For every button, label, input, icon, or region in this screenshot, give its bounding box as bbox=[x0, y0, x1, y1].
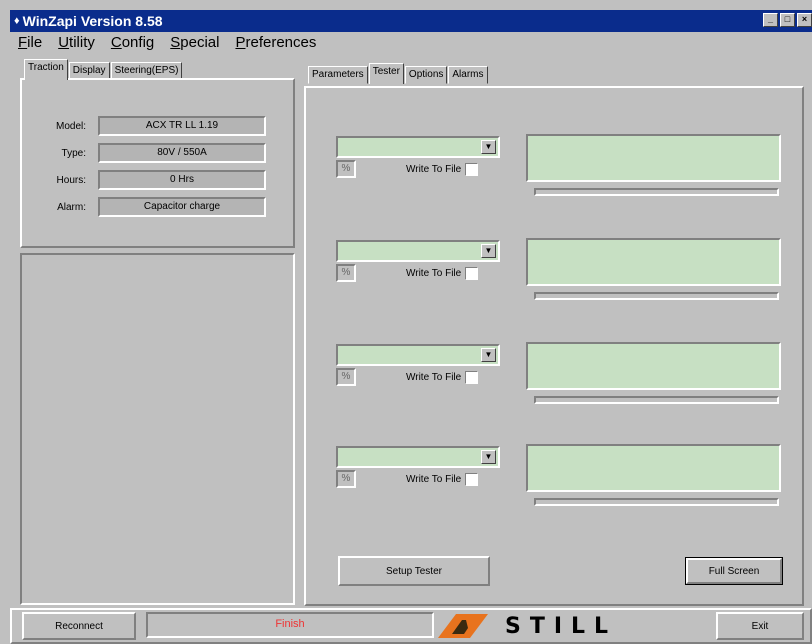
hours-value: 0 Hrs bbox=[98, 170, 266, 190]
full-screen-button[interactable]: Full Screen bbox=[685, 557, 783, 585]
type-row: Type: 80V / 550A bbox=[32, 143, 266, 163]
alarm-row: Alarm: Capacitor charge bbox=[32, 197, 266, 217]
tester-panel: ▼ % Write To File ▼ % Write To File ▼ % … bbox=[304, 86, 804, 606]
menu-preferences[interactable]: Preferences bbox=[227, 34, 324, 54]
write-to-file-checkbox-2[interactable] bbox=[465, 267, 479, 280]
write-to-file-1: Write To File bbox=[406, 163, 479, 176]
exit-button[interactable]: Exit bbox=[716, 612, 804, 640]
tab-alarms[interactable]: Alarms bbox=[448, 66, 488, 84]
write-to-file-4: Write To File bbox=[406, 473, 479, 486]
chevron-down-icon[interactable]: ▼ bbox=[481, 348, 496, 362]
menu-file[interactable]: File bbox=[10, 34, 50, 54]
value-display-2 bbox=[526, 238, 781, 286]
minimize-icon[interactable]: _ bbox=[763, 13, 778, 27]
brand-logo-text: STILL bbox=[505, 614, 618, 639]
menu-config[interactable]: Config bbox=[103, 34, 162, 54]
value-bar-4 bbox=[534, 498, 779, 506]
tab-traction[interactable]: Traction bbox=[24, 59, 68, 80]
tester-select-4[interactable]: ▼ bbox=[336, 446, 500, 468]
write-to-file-3: Write To File bbox=[406, 371, 479, 384]
write-to-file-2: Write To File bbox=[406, 267, 479, 280]
right-tab-strip: Parameters Tester Options Alarms bbox=[308, 63, 489, 84]
setup-tester-button[interactable]: Setup Tester bbox=[338, 556, 490, 586]
write-to-file-checkbox-4[interactable] bbox=[465, 473, 479, 486]
alarm-label: Alarm: bbox=[57, 201, 86, 213]
maximize-icon[interactable]: □ bbox=[780, 13, 795, 27]
write-to-file-label: Write To File bbox=[406, 474, 462, 485]
left-empty-area bbox=[20, 253, 295, 605]
status-text: Finish bbox=[146, 612, 434, 638]
menu-bar: File Utility Config Special Preferences bbox=[10, 34, 324, 54]
percent-unit-2: % bbox=[336, 264, 356, 282]
tab-parameters[interactable]: Parameters bbox=[308, 66, 368, 84]
model-row: Model: ACX TR LL 1.19 bbox=[32, 116, 266, 136]
menu-utility[interactable]: Utility bbox=[50, 34, 103, 54]
app-icon: ♦ bbox=[14, 15, 20, 27]
chevron-down-icon[interactable]: ▼ bbox=[481, 244, 496, 258]
percent-unit-1: % bbox=[336, 160, 356, 178]
window-title: WinZapi Version 8.58 bbox=[22, 13, 163, 29]
still-logo-icon bbox=[438, 614, 488, 638]
value-bar-1 bbox=[534, 188, 779, 196]
value-display-4 bbox=[526, 444, 781, 492]
chevron-down-icon[interactable]: ▼ bbox=[481, 140, 496, 154]
type-value: 80V / 550A bbox=[98, 143, 266, 163]
write-to-file-label: Write To File bbox=[406, 372, 462, 383]
hours-label: Hours: bbox=[56, 174, 86, 186]
write-to-file-checkbox-3[interactable] bbox=[465, 371, 479, 384]
write-to-file-checkbox-1[interactable] bbox=[465, 163, 479, 176]
reconnect-button[interactable]: Reconnect bbox=[22, 612, 136, 640]
controller-info-panel: Model: ACX TR LL 1.19 Type: 80V / 550A H… bbox=[20, 78, 295, 248]
percent-unit-3: % bbox=[336, 368, 356, 386]
value-display-3 bbox=[526, 342, 781, 390]
type-label: Type: bbox=[61, 147, 86, 159]
menu-special[interactable]: Special bbox=[162, 34, 227, 54]
write-to-file-label: Write To File bbox=[406, 268, 462, 279]
tester-select-2[interactable]: ▼ bbox=[336, 240, 500, 262]
value-bar-3 bbox=[534, 396, 779, 404]
tester-select-3[interactable]: ▼ bbox=[336, 344, 500, 366]
chevron-down-icon[interactable]: ▼ bbox=[481, 450, 496, 464]
title-bar: ♦ WinZapi Version 8.58 _ □ × bbox=[10, 10, 812, 32]
write-to-file-label: Write To File bbox=[406, 164, 462, 175]
tab-options[interactable]: Options bbox=[404, 66, 448, 84]
value-bar-2 bbox=[534, 292, 779, 300]
hours-row: Hours: 0 Hrs bbox=[32, 170, 266, 190]
model-label: Model: bbox=[55, 120, 86, 132]
tester-select-1[interactable]: ▼ bbox=[336, 136, 500, 158]
tab-tester[interactable]: Tester bbox=[368, 63, 404, 84]
close-icon[interactable]: × bbox=[797, 13, 812, 27]
alarm-value: Capacitor charge bbox=[98, 197, 266, 217]
percent-unit-4: % bbox=[336, 470, 356, 488]
value-display-1 bbox=[526, 134, 781, 182]
model-value: ACX TR LL 1.19 bbox=[98, 116, 266, 136]
